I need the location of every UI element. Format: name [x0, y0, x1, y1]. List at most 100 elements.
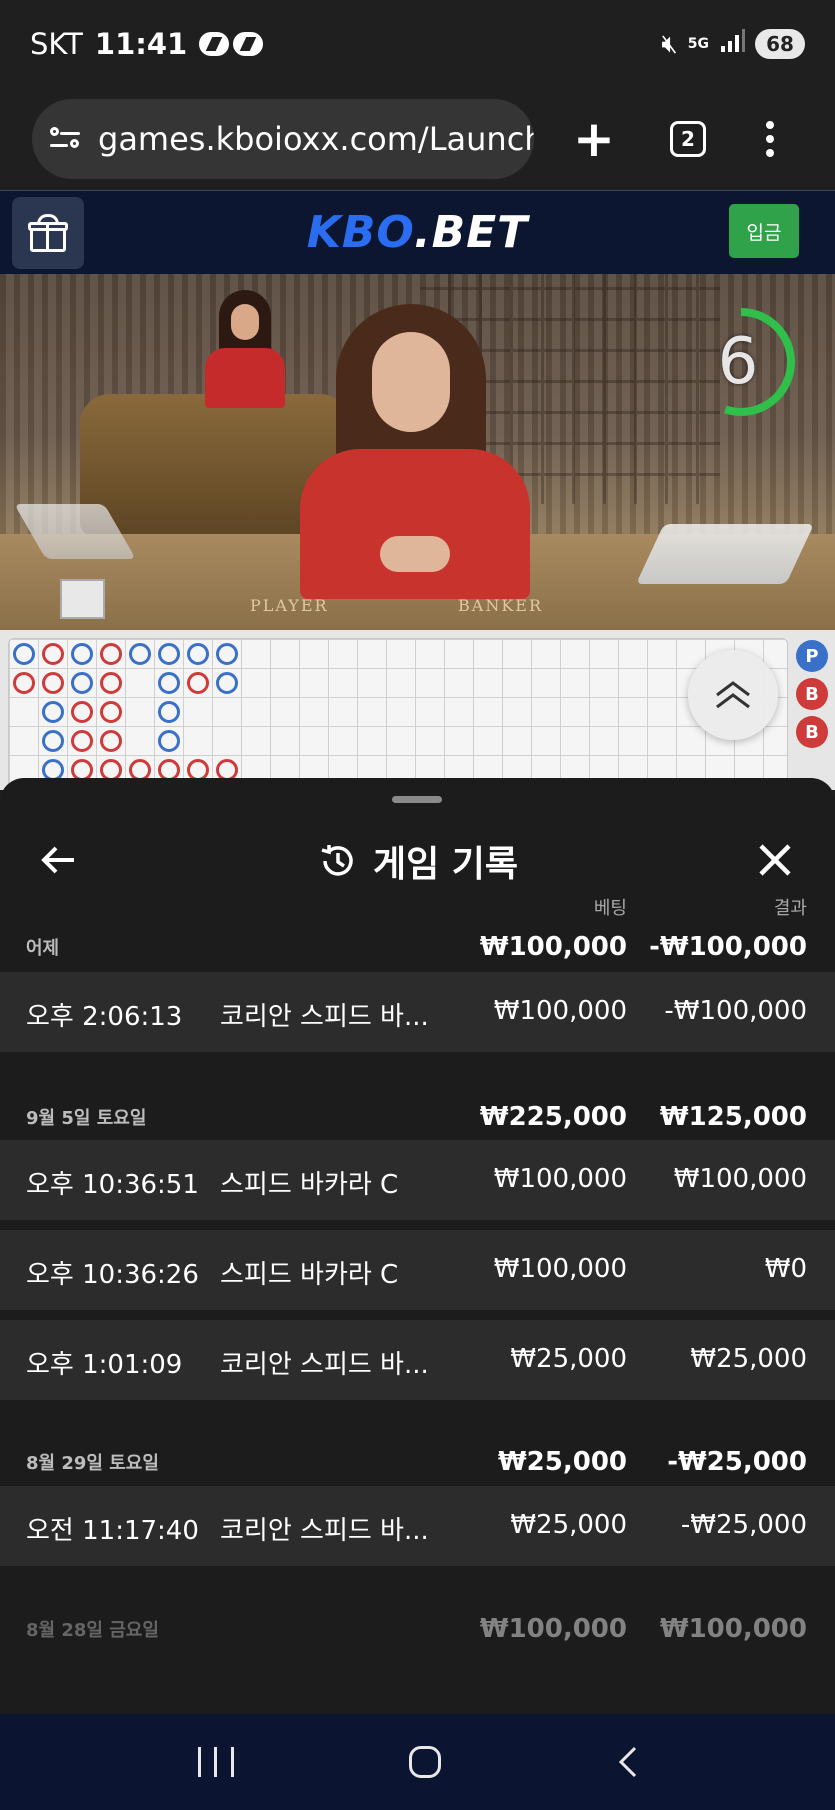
- site-logo[interactable]: KBO.BET: [0, 207, 835, 258]
- player-bead: [158, 730, 180, 752]
- dealer: [300, 304, 530, 604]
- roadmap-side-bubbles: P B B: [796, 640, 828, 754]
- expand-roadmap-button[interactable]: [688, 650, 778, 740]
- player-bead: [158, 643, 180, 665]
- banker-bead: [13, 672, 35, 694]
- day-group-header: 8월 29일 토요일 ₩25,000 -₩25,000: [0, 1433, 835, 1483]
- row-result: ₩100,000: [673, 1164, 807, 1194]
- sheet-header: 게임 기록: [0, 818, 835, 904]
- more-menu-icon[interactable]: [764, 121, 776, 157]
- message-icon: [199, 32, 230, 56]
- banker-bead: [71, 730, 93, 752]
- player-bead: [13, 643, 35, 665]
- row-result: ₩0: [764, 1254, 807, 1284]
- countdown-timer: 6: [683, 302, 803, 422]
- day-label: 8월 28일 금요일: [26, 1620, 159, 1641]
- day-result-total: -₩25,000: [667, 1447, 807, 1477]
- logo-kbo: KBO: [306, 207, 414, 258]
- deposit-button[interactable]: 입금: [729, 204, 799, 258]
- player-bead: [71, 672, 93, 694]
- row-result: ₩25,000: [690, 1344, 807, 1374]
- player-bead: [216, 672, 238, 694]
- bead-road-grid: [8, 638, 788, 790]
- recent-apps-button[interactable]: [197, 1747, 234, 1777]
- history-row[interactable]: 오후 10:36:51 스피드 바카라 C ₩100,000 ₩100,000: [0, 1140, 835, 1220]
- day-label: 9월 5일 토요일: [26, 1108, 147, 1129]
- table-banker-label: BANKER: [458, 596, 543, 615]
- day-label: 어제: [26, 938, 60, 959]
- player-bead: [158, 672, 180, 694]
- home-button[interactable]: [409, 1746, 442, 1778]
- row-time: 오후 10:36:51: [26, 1170, 199, 1200]
- url-text[interactable]: games.kboioxx.com/Launch(: [98, 120, 534, 158]
- row-time: 오후 2:06:13: [26, 1002, 183, 1032]
- row-bet: ₩100,000: [493, 1164, 627, 1194]
- banker-bead: [42, 643, 64, 665]
- history-row[interactable]: 오후 2:06:13 코리안 스피드 바... ₩100,000 -₩100,0…: [0, 972, 835, 1052]
- row-bet: ₩100,000: [493, 996, 627, 1026]
- player-bead: [42, 701, 64, 723]
- row-time: 오후 1:01:09: [26, 1350, 183, 1380]
- history-icon: [321, 845, 353, 876]
- day-bet-total: ₩225,000: [479, 1102, 627, 1132]
- status-bar: SKT 11:41 🔇︎ 5G 68: [0, 0, 835, 88]
- player-bead: [158, 701, 180, 723]
- player-bead: [187, 643, 209, 665]
- row-time: 오전 11:17:40: [26, 1516, 199, 1546]
- player-bead: [71, 643, 93, 665]
- site-settings-icon[interactable]: [50, 125, 82, 153]
- sheet-title: 게임 기록: [0, 818, 835, 904]
- banker-bead: [100, 672, 122, 694]
- day-label: 8월 29일 토요일: [26, 1453, 159, 1474]
- mute-icon: 🔇︎: [661, 28, 678, 59]
- day-group-header: 9월 5일 토요일 ₩225,000 ₩125,000: [0, 1088, 835, 1138]
- row-result: -₩100,000: [664, 996, 807, 1026]
- row-bet: ₩25,000: [510, 1344, 627, 1374]
- banker-bead: [71, 701, 93, 723]
- banker-bead: [42, 672, 64, 694]
- browser-toolbar: games.kboioxx.com/Launch( + 2: [0, 88, 835, 190]
- live-video-stream: PLAYER BANKER 6: [0, 274, 835, 630]
- tab-switcher-button[interactable]: 2: [670, 121, 706, 157]
- row-game: 스피드 바카라 C: [220, 1260, 399, 1290]
- row-bet: ₩25,000: [510, 1510, 627, 1540]
- row-game: 코리안 스피드 바...: [220, 1002, 429, 1032]
- close-button[interactable]: [755, 840, 795, 880]
- player-bead: [216, 643, 238, 665]
- row-result: -₩25,000: [680, 1510, 807, 1540]
- history-row[interactable]: 오후 1:01:09 코리안 스피드 바... ₩25,000 ₩25,000: [0, 1320, 835, 1400]
- chevron-left-icon: [619, 1746, 637, 1778]
- player-bead: [42, 730, 64, 752]
- back-button[interactable]: [38, 840, 78, 880]
- card-shoe: [636, 524, 814, 584]
- message-icon: [233, 32, 264, 56]
- side-bubble-banker: B: [796, 678, 828, 710]
- row-time: 오후 10:36:26: [26, 1260, 199, 1290]
- close-icon: [759, 844, 791, 876]
- day-group-header: 8월 28일 금요일 ₩100,000 ₩100,000: [0, 1600, 835, 1650]
- side-bubble-player: P: [796, 640, 828, 672]
- row-game: 코리안 스피드 바...: [220, 1516, 429, 1546]
- timer-value: 6: [717, 325, 759, 399]
- day-result-total: ₩125,000: [659, 1102, 807, 1132]
- address-bar[interactable]: games.kboioxx.com/Launch(: [32, 99, 534, 179]
- clock: 11:41: [94, 27, 188, 61]
- table-player-label: PLAYER: [250, 596, 329, 615]
- site-header: KBO.BET 입금: [0, 190, 835, 274]
- history-row[interactable]: 오후 10:36:26 스피드 바카라 C ₩100,000 ₩0: [0, 1230, 835, 1310]
- day-bet-total: ₩25,000: [497, 1447, 627, 1477]
- banker-bead: [100, 730, 122, 752]
- new-tab-button[interactable]: +: [572, 114, 616, 164]
- sheet-grabber[interactable]: [392, 796, 442, 803]
- logo-bet: .BET: [413, 207, 529, 258]
- day-bet-total: ₩100,000: [479, 1614, 627, 1644]
- double-chevron-up-icon: [716, 681, 750, 709]
- battery-indicator: 68: [755, 29, 805, 59]
- history-row[interactable]: 오전 11:17:40 코리안 스피드 바... ₩25,000 -₩25,00…: [0, 1486, 835, 1566]
- column-header-result: 결과: [773, 898, 807, 919]
- signal-icon: [719, 28, 745, 61]
- row-bet: ₩100,000: [493, 1254, 627, 1284]
- row-game: 코리안 스피드 바...: [220, 1350, 429, 1380]
- day-result-total: -₩100,000: [649, 932, 807, 962]
- back-nav-button[interactable]: [617, 1746, 637, 1778]
